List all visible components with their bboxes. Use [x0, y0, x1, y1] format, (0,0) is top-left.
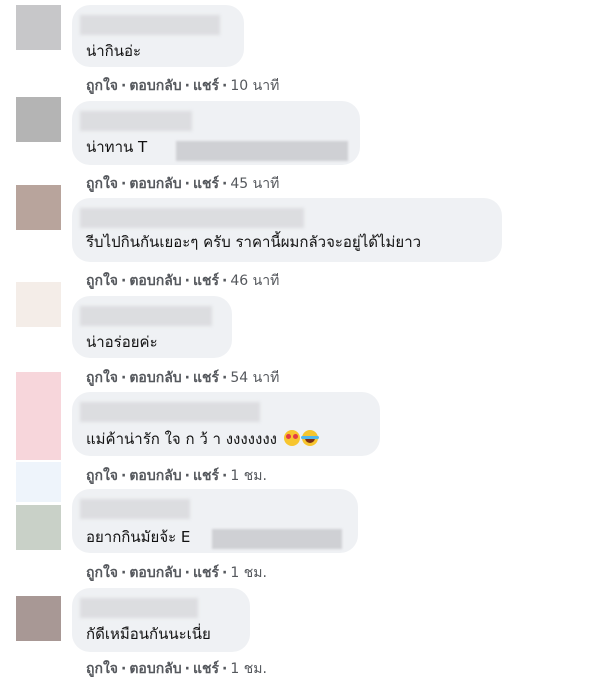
separator: ·: [222, 176, 228, 192]
comment-bubble: น่ากินอ่ะ: [72, 5, 244, 67]
separator: ·: [121, 370, 127, 386]
separator: ·: [222, 468, 228, 484]
comment-text-content: แม่ค้าน่ารัก ใจ ก ว้ า งงงงงงง: [86, 430, 277, 448]
comment-actions: ถูกใจ · ตอบกลับ · แชร์ · 1 ชม.: [86, 658, 267, 680]
share-button[interactable]: แชร์: [193, 468, 219, 484]
commenter-name-redacted[interactable]: [80, 306, 212, 326]
reply-button[interactable]: ตอบกลับ: [129, 370, 181, 386]
redacted-text-block: [212, 529, 342, 549]
comment-text: แม่ค้าน่ารัก ใจ ก ว้ า งงงงงงง: [86, 429, 319, 449]
timestamp[interactable]: 1 ชม.: [230, 565, 267, 581]
separator: ·: [184, 468, 190, 484]
separator: ·: [184, 370, 190, 386]
separator: ·: [184, 176, 190, 192]
comment-bubble: อยากกินมัยจ้ะ E: [72, 489, 358, 553]
reply-button[interactable]: ตอบกลับ: [129, 273, 181, 289]
comment-bubble: น่าทาน T: [72, 101, 360, 165]
tears-of-joy-icon: [300, 430, 319, 446]
reply-button[interactable]: ตอบกลับ: [129, 661, 181, 677]
commenter-name-redacted[interactable]: [80, 402, 260, 422]
separator: ·: [121, 661, 127, 677]
separator: ·: [184, 661, 190, 677]
like-button[interactable]: ถูกใจ: [86, 468, 118, 484]
comment-bubble: รีบไปกินกันเยอะๆ ครับ ราคานี้ผมกลัวจะอยู…: [72, 198, 502, 262]
comment-bubble: กัดีเหมือนกันนะเนี่ย: [72, 588, 250, 652]
share-button[interactable]: แชร์: [193, 78, 219, 94]
share-button[interactable]: แชร์: [193, 176, 219, 192]
commenter-name-redacted[interactable]: [80, 499, 190, 519]
reply-button[interactable]: ตอบกลับ: [129, 565, 181, 581]
timestamp[interactable]: 1 ชม.: [230, 661, 267, 677]
separator: ·: [222, 370, 228, 386]
like-button[interactable]: ถูกใจ: [86, 78, 118, 94]
share-button[interactable]: แชร์: [193, 370, 219, 386]
avatar[interactable]: [16, 97, 61, 142]
like-button[interactable]: ถูกใจ: [86, 370, 118, 386]
like-button[interactable]: ถูกใจ: [86, 565, 118, 581]
comment-bubble: น่าอร่อยค่ะ: [72, 296, 232, 358]
like-button[interactable]: ถูกใจ: [86, 661, 118, 677]
separator: ·: [222, 273, 228, 289]
share-button[interactable]: แชร์: [193, 661, 219, 677]
timestamp[interactable]: 54 นาที: [230, 370, 279, 386]
comment-actions: ถูกใจ · ตอบกลับ · แชร์ · 54 นาที: [86, 367, 279, 389]
separator: ·: [121, 78, 127, 94]
avatar[interactable]: [16, 282, 61, 327]
separator: ·: [121, 176, 127, 192]
commenter-name-redacted[interactable]: [80, 111, 192, 131]
avatar[interactable]: [16, 462, 61, 502]
redacted-text-block: [176, 141, 348, 161]
comment-bubble: แม่ค้าน่ารัก ใจ ก ว้ า งงงงงงง: [72, 392, 380, 456]
avatar[interactable]: [16, 185, 61, 230]
avatar[interactable]: [16, 5, 61, 50]
comment-text: น่าทาน T: [86, 138, 148, 156]
reply-button[interactable]: ตอบกลับ: [129, 468, 181, 484]
commenter-name-redacted[interactable]: [80, 208, 304, 228]
separator: ·: [222, 78, 228, 94]
avatar[interactable]: [16, 596, 61, 641]
separator: ·: [184, 273, 190, 289]
separator: ·: [121, 565, 127, 581]
comment-actions: ถูกใจ · ตอบกลับ · แชร์ · 45 นาที: [86, 173, 279, 195]
comment-text: รีบไปกินกันเยอะๆ ครับ ราคานี้ผมกลัวจะอยู…: [86, 233, 422, 251]
separator: ·: [121, 468, 127, 484]
comment-text: น่ากินอ่ะ: [86, 42, 142, 60]
like-button[interactable]: ถูกใจ: [86, 176, 118, 192]
separator: ·: [184, 565, 190, 581]
reply-button[interactable]: ตอบกลับ: [129, 78, 181, 94]
commenter-name-redacted[interactable]: [80, 598, 198, 618]
timestamp[interactable]: 10 นาที: [230, 78, 279, 94]
share-button[interactable]: แชร์: [193, 273, 219, 289]
separator: ·: [222, 565, 228, 581]
comment-text: กัดีเหมือนกันนะเนี่ย: [86, 625, 211, 643]
avatar[interactable]: [16, 372, 61, 460]
avatar[interactable]: [16, 505, 61, 550]
comment-actions: ถูกใจ · ตอบกลับ · แชร์ · 1 ชม.: [86, 465, 267, 487]
like-button[interactable]: ถูกใจ: [86, 273, 118, 289]
separator: ·: [184, 78, 190, 94]
comment-text: น่าอร่อยค่ะ: [86, 333, 158, 351]
share-button[interactable]: แชร์: [193, 565, 219, 581]
comment-actions: ถูกใจ · ตอบกลับ · แชร์ · 1 ชม.: [86, 562, 267, 584]
timestamp[interactable]: 45 นาที: [230, 176, 279, 192]
comment-actions: ถูกใจ · ตอบกลับ · แชร์ · 46 นาที: [86, 270, 279, 292]
timestamp[interactable]: 1 ชม.: [230, 468, 267, 484]
comment-actions: ถูกใจ · ตอบกลับ · แชร์ · 10 นาที: [86, 75, 279, 97]
heart-eyes-icon: [283, 430, 300, 446]
timestamp[interactable]: 46 นาที: [230, 273, 279, 289]
separator: ·: [222, 661, 228, 677]
commenter-name-redacted[interactable]: [80, 15, 220, 35]
separator: ·: [121, 273, 127, 289]
comment-text: อยากกินมัยจ้ะ E: [86, 528, 191, 546]
reply-button[interactable]: ตอบกลับ: [129, 176, 181, 192]
